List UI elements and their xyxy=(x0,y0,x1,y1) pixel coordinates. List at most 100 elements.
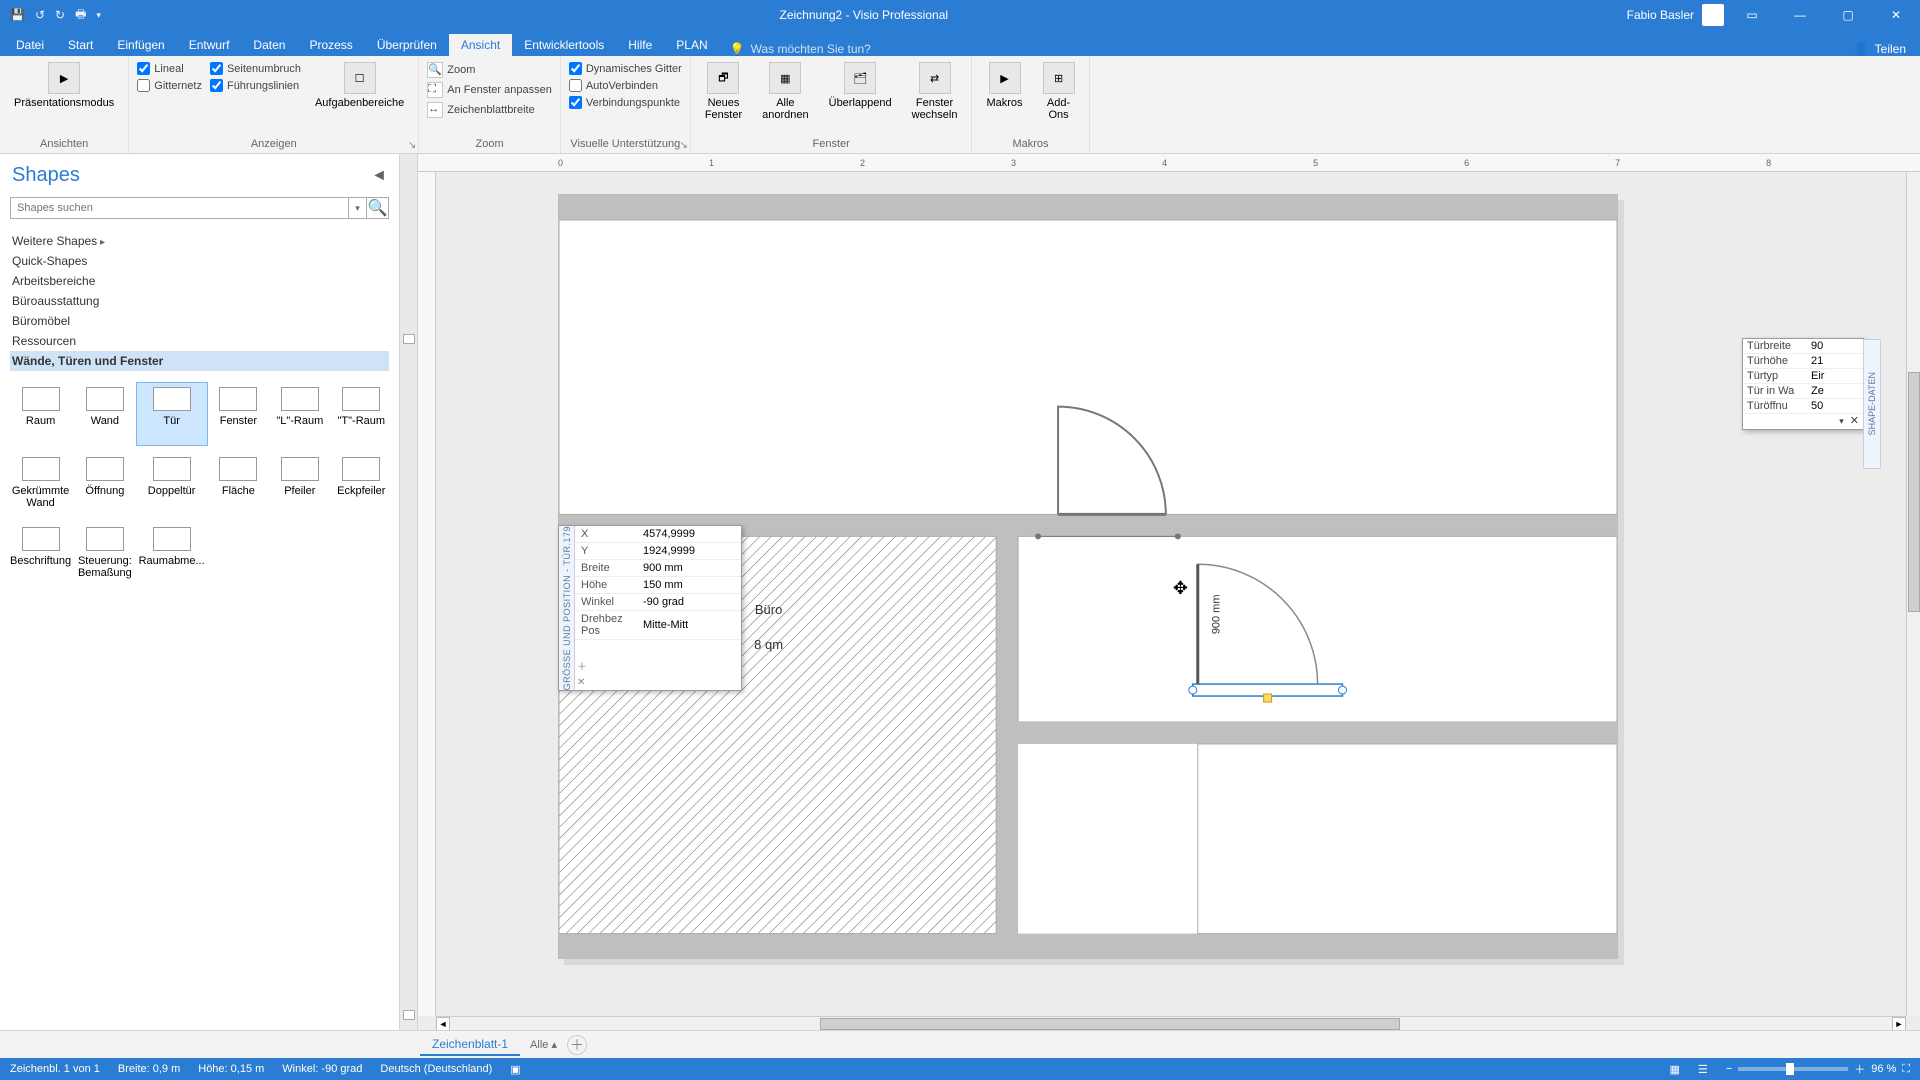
shape-item[interactable]: Steuerung: Bemaßung xyxy=(75,523,134,585)
size-position-panel[interactable]: GRÖSSE UND POSITION - TÜR.179 X4574,9999… xyxy=(558,525,742,691)
new-window-button[interactable]: 🗗Neues Fenster xyxy=(699,60,748,123)
all-pages-button[interactable]: Alle ▴ xyxy=(530,1038,557,1051)
shape-item[interactable]: Beschriftung xyxy=(8,523,73,585)
tab-datei[interactable]: Datei xyxy=(4,34,56,56)
tab-ansicht[interactable]: Ansicht xyxy=(449,34,512,56)
shape-item[interactable]: Doppeltür xyxy=(137,453,207,515)
shape-item[interactable]: Tür xyxy=(137,383,207,445)
shape-item[interactable]: Eckpfeiler xyxy=(332,453,391,515)
sheet-tab-1[interactable]: Zeichenblatt-1 xyxy=(420,1034,520,1056)
chevron-down-icon[interactable]: ▾ xyxy=(1839,416,1844,426)
cat-more-shapes[interactable]: Weitere Shapes xyxy=(10,231,389,251)
guides-checkbox[interactable]: Führungslinien xyxy=(210,79,301,92)
macros-button[interactable]: ▶Makros xyxy=(980,60,1028,111)
vertical-ruler[interactable] xyxy=(418,172,436,1016)
dialog-launcher-icon[interactable]: ↘ xyxy=(679,140,687,151)
pin-icon[interactable]: ＋ xyxy=(577,658,587,673)
prop-value[interactable]: 90 xyxy=(1807,339,1863,354)
dialog-launcher-icon[interactable]: ↘ xyxy=(408,140,416,151)
cat-waende-tueren-fenster[interactable]: Wände, Türen und Fenster xyxy=(10,351,389,371)
tab-ueberpruefen[interactable]: Überprüfen xyxy=(365,34,449,56)
close-icon[interactable]: ✕ xyxy=(1876,0,1916,30)
zoom-in-icon[interactable]: ＋ xyxy=(1854,1061,1865,1077)
tab-entwurf[interactable]: Entwurf xyxy=(177,34,242,56)
view-wide-icon[interactable]: ☰ xyxy=(1698,1063,1708,1076)
scroll-left-icon[interactable]: ◄ xyxy=(436,1017,450,1031)
prop-value[interactable]: Ze xyxy=(1807,384,1863,399)
prop-value[interactable]: 4574,9999 xyxy=(637,526,741,543)
taskpanes-button[interactable]: ☐ Aufgabenbereiche xyxy=(309,60,410,111)
shape-item[interactable]: Fläche xyxy=(209,453,268,515)
pane-splitter[interactable] xyxy=(400,154,418,1030)
autoconnect-checkbox[interactable]: AutoVerbinden xyxy=(569,79,682,92)
shape-item[interactable]: Raumabme... xyxy=(137,523,207,585)
cat-arbeitsbereiche[interactable]: Arbeitsbereiche xyxy=(10,271,389,291)
horizontal-ruler[interactable]: 012345678 xyxy=(418,154,1920,172)
tab-prozess[interactable]: Prozess xyxy=(297,34,364,56)
prop-value[interactable]: Mitte-Mitt xyxy=(637,611,741,640)
zoom-level[interactable]: 96 % xyxy=(1871,1063,1896,1075)
scrollbar-thumb[interactable] xyxy=(820,1018,1400,1030)
view-normal-icon[interactable]: ▦ xyxy=(1670,1063,1680,1076)
tell-me[interactable]: 💡 Was möchten Sie tun? xyxy=(720,42,881,56)
prop-value[interactable]: 21 xyxy=(1807,354,1863,369)
cascade-button[interactable]: 🗂Überlappend xyxy=(823,60,898,111)
page-width-button[interactable]: ↔Zeichenblattbreite xyxy=(427,102,552,118)
tab-entwicklertools[interactable]: Entwicklertools xyxy=(512,34,616,56)
status-language[interactable]: Deutsch (Deutschland) xyxy=(380,1063,492,1075)
zoom-slider[interactable] xyxy=(1738,1067,1848,1071)
shape-item[interactable]: "L"-Raum xyxy=(270,383,329,445)
shape-data-title[interactable]: SHAPE-DATEN xyxy=(1863,339,1881,469)
collapse-pane-icon[interactable]: ◄ xyxy=(371,167,387,185)
tab-plan[interactable]: PLAN xyxy=(664,34,719,56)
shape-item[interactable]: Gekrümmte Wand xyxy=(8,453,73,515)
cat-ressourcen[interactable]: Ressourcen xyxy=(10,331,389,351)
redo-icon[interactable]: ↻ xyxy=(55,8,65,22)
ribbon-mode-icon[interactable]: ▭ xyxy=(1732,0,1772,30)
dynamic-grid-checkbox[interactable]: Dynamisches Gitter xyxy=(569,62,682,75)
cat-quick-shapes[interactable]: Quick-Shapes xyxy=(10,251,389,271)
qat-dropdown-icon[interactable]: ▾ xyxy=(96,10,101,21)
tab-hilfe[interactable]: Hilfe xyxy=(616,34,664,56)
horizontal-scrollbar[interactable]: ◄ ► xyxy=(436,1016,1906,1030)
tab-start[interactable]: Start xyxy=(56,34,105,56)
print-icon[interactable]: 🖶 xyxy=(75,5,86,26)
record-macro-icon[interactable]: ▣ xyxy=(510,1063,520,1076)
pagebreaks-checkbox[interactable]: Seitenumbruch xyxy=(210,62,301,75)
zoom-out-icon[interactable]: − xyxy=(1726,1063,1732,1075)
fit-page-icon[interactable]: ⛶ xyxy=(1902,1063,1910,1076)
tab-einfuegen[interactable]: Einfügen xyxy=(105,34,176,56)
vertical-scrollbar[interactable] xyxy=(1906,172,1920,1016)
avatar[interactable] xyxy=(1702,4,1724,26)
save-icon[interactable]: 💾 xyxy=(10,8,25,22)
close-icon[interactable]: ✕ xyxy=(577,677,587,688)
user-name[interactable]: Fabio Basler xyxy=(1627,8,1694,22)
prop-value[interactable]: 1924,9999 xyxy=(637,543,741,560)
shape-item[interactable]: Raum xyxy=(8,383,73,445)
scroll-right-icon[interactable]: ► xyxy=(1892,1017,1906,1031)
shape-item[interactable]: Öffnung xyxy=(75,453,134,515)
prop-value[interactable]: Eir xyxy=(1807,369,1863,384)
shape-item[interactable]: "T"-Raum xyxy=(332,383,391,445)
cat-bueroausstattung[interactable]: Büroausstattung xyxy=(10,291,389,311)
zoom-button[interactable]: 🔍Zoom xyxy=(427,62,552,78)
grid-checkbox[interactable]: Gitternetz xyxy=(137,79,202,92)
presentation-mode-button[interactable]: ▶ Präsentationsmodus xyxy=(8,60,120,111)
splitter-knob[interactable] xyxy=(403,1010,415,1020)
prop-value[interactable]: 150 mm xyxy=(637,577,741,594)
prop-value[interactable]: 50 xyxy=(1807,399,1863,414)
maximize-icon[interactable]: ▢ xyxy=(1828,0,1868,30)
connection-points-checkbox[interactable]: Verbindungspunkte xyxy=(569,96,682,109)
shape-item[interactable]: Pfeiler xyxy=(270,453,329,515)
minimize-icon[interactable]: — xyxy=(1780,0,1820,30)
fit-window-button[interactable]: ⛶An Fenster anpassen xyxy=(427,82,552,98)
switch-window-button[interactable]: ⇄Fenster wechseln xyxy=(906,60,964,123)
search-input[interactable] xyxy=(10,197,349,219)
prop-value[interactable]: 900 mm xyxy=(637,560,741,577)
prop-value[interactable]: -90 grad xyxy=(637,594,741,611)
search-dropdown-icon[interactable]: ▾ xyxy=(349,197,367,219)
arrange-all-button[interactable]: ▦Alle anordnen xyxy=(756,60,815,123)
search-icon[interactable]: 🔍 xyxy=(367,197,389,219)
cat-bueromoebel[interactable]: Büromöbel xyxy=(10,311,389,331)
addons-button[interactable]: ⊞Add- Ons xyxy=(1037,60,1081,123)
